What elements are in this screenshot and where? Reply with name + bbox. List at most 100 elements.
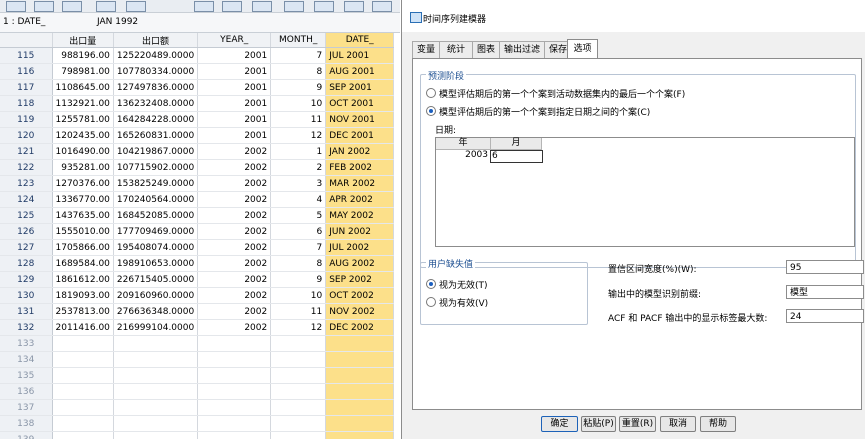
row-number[interactable]: 118: [0, 95, 53, 112]
row-number[interactable]: 121: [0, 143, 53, 160]
column-header-year[interactable]: YEAR_: [197, 33, 272, 48]
cell-date[interactable]: DEC 2001: [325, 127, 395, 144]
cell-export-qty[interactable]: 2537813.00: [52, 303, 114, 320]
model-prefix-input[interactable]: 模型: [786, 285, 864, 299]
cell-year[interactable]: 2001: [197, 47, 272, 64]
split-file-icon[interactable]: [372, 1, 392, 12]
cell-year[interactable]: 2002: [197, 287, 272, 304]
cell-month[interactable]: 11: [270, 111, 327, 128]
cell-export-qty[interactable]: [52, 335, 114, 352]
row-number[interactable]: 138: [0, 415, 53, 432]
row-number[interactable]: 131: [0, 303, 53, 320]
dialog-title-bar[interactable]: 时间序列建模器: [402, 0, 865, 32]
cell-export-value[interactable]: [113, 431, 199, 439]
cell-export-qty[interactable]: [52, 399, 114, 416]
cell-export-value[interactable]: [113, 351, 199, 368]
cell-year[interactable]: 2002: [197, 271, 272, 288]
cell-export-qty[interactable]: 1016490.00: [52, 143, 114, 160]
row-number[interactable]: 130: [0, 287, 53, 304]
cell-export-value[interactable]: 125220489.0000: [113, 47, 199, 64]
cell-date[interactable]: FEB 2002: [325, 159, 395, 176]
cell-month[interactable]: [270, 367, 327, 384]
cell-year[interactable]: 2002: [197, 303, 272, 320]
cell-export-qty[interactable]: 1555010.00: [52, 223, 114, 240]
cell-date[interactable]: APR 2002: [325, 191, 395, 208]
cell-month[interactable]: [270, 335, 327, 352]
cell-export-value[interactable]: 276636348.0000: [113, 303, 199, 320]
radio-treat-invalid[interactable]: 视为无效(T): [426, 278, 488, 291]
cell-export-qty[interactable]: 2011416.00: [52, 319, 114, 336]
tab-output-filter[interactable]: 输出过滤: [499, 41, 545, 58]
cell-date[interactable]: DEC 2002: [325, 319, 395, 336]
row-number[interactable]: 137: [0, 399, 53, 416]
row-number[interactable]: 122: [0, 159, 53, 176]
max-lags-input[interactable]: 24: [786, 309, 864, 323]
cell-year[interactable]: 2001: [197, 127, 272, 144]
open-file-icon[interactable]: [6, 1, 26, 12]
cell-year[interactable]: 2002: [197, 319, 272, 336]
cell-export-qty[interactable]: 1336770.00: [52, 191, 114, 208]
cell-year[interactable]: [197, 351, 272, 368]
row-number[interactable]: 115: [0, 47, 53, 64]
row-number[interactable]: 120: [0, 127, 53, 144]
tab-statistics[interactable]: 统计量: [439, 41, 473, 71]
goto-case-icon[interactable]: [194, 1, 214, 12]
cell-export-value[interactable]: 104219867.0000: [113, 143, 199, 160]
cell-date[interactable]: AUG 2002: [325, 255, 395, 272]
ok-button[interactable]: 确定: [541, 416, 578, 432]
find-icon[interactable]: [284, 1, 304, 12]
cell-month[interactable]: [270, 415, 327, 432]
column-header-date[interactable]: DATE_: [325, 33, 395, 48]
row-number[interactable]: 136: [0, 383, 53, 400]
confidence-interval-input[interactable]: 95: [786, 260, 864, 274]
cell-year[interactable]: 2001: [197, 79, 272, 96]
cell-year[interactable]: 2001: [197, 95, 272, 112]
row-number[interactable]: 124: [0, 191, 53, 208]
cell-month[interactable]: 5: [270, 207, 327, 224]
cell-export-qty[interactable]: 1202435.00: [52, 127, 114, 144]
insert-cases-icon[interactable]: [314, 1, 334, 12]
cell-export-qty[interactable]: [52, 415, 114, 432]
reset-button[interactable]: 重置(R): [619, 416, 656, 432]
tab-plots[interactable]: 图表: [472, 41, 500, 58]
cell-date[interactable]: OCT 2001: [325, 95, 395, 112]
cell-date[interactable]: AUG 2001: [325, 63, 395, 80]
cell-year[interactable]: 2002: [197, 207, 272, 224]
cell-date[interactable]: SEP 2002: [325, 271, 395, 288]
cell-date[interactable]: JUL 2002: [325, 239, 395, 256]
print-icon[interactable]: [62, 1, 82, 12]
row-number[interactable]: 125: [0, 207, 53, 224]
cell-export-value[interactable]: 216999104.0000: [113, 319, 199, 336]
insert-variable-icon[interactable]: [344, 1, 364, 12]
tab-options[interactable]: 选项: [567, 39, 598, 59]
cell-export-qty[interactable]: [52, 351, 114, 368]
row-number[interactable]: 129: [0, 271, 53, 288]
cell-month[interactable]: 10: [270, 95, 327, 112]
cell-year[interactable]: 2001: [197, 111, 272, 128]
cell-year[interactable]: 2002: [197, 239, 272, 256]
radio-treat-valid[interactable]: 视为有效(V): [426, 296, 488, 309]
cell-export-qty[interactable]: 1255781.00: [52, 111, 114, 128]
cell-date[interactable]: OCT 2002: [325, 287, 395, 304]
cell-export-value[interactable]: 164284228.0000: [113, 111, 199, 128]
cell-export-value[interactable]: 127497836.0000: [113, 79, 199, 96]
row-number[interactable]: 127: [0, 239, 53, 256]
cell-export-value[interactable]: 153825249.0000: [113, 175, 199, 192]
radio-forecast-to-last-case[interactable]: 模型评估期后的第一个个案到活动数据集内的最后一个个案(F): [426, 87, 685, 100]
cell-export-value[interactable]: 177709469.0000: [113, 223, 199, 240]
cell-month[interactable]: [270, 431, 327, 439]
cell-export-qty[interactable]: 1108645.00: [52, 79, 114, 96]
cell-date[interactable]: JAN 2002: [325, 143, 395, 160]
cell-export-value[interactable]: 168452085.0000: [113, 207, 199, 224]
radio-forecast-to-date[interactable]: 模型评估期后的第一个个案到指定日期之间的个案(C): [426, 105, 650, 118]
cell-month[interactable]: 6: [270, 223, 327, 240]
cell-year[interactable]: [197, 399, 272, 416]
cell-export-qty[interactable]: 1819093.00: [52, 287, 114, 304]
cell-date[interactable]: MAR 2002: [325, 175, 395, 192]
dialog-recall-icon[interactable]: [96, 1, 116, 12]
column-header-export-value[interactable]: 出口额: [113, 33, 199, 48]
cell-month[interactable]: 7: [270, 47, 327, 64]
undo-icon[interactable]: [126, 1, 146, 12]
cell-year[interactable]: 2001: [197, 63, 272, 80]
cell-month[interactable]: 9: [270, 271, 327, 288]
